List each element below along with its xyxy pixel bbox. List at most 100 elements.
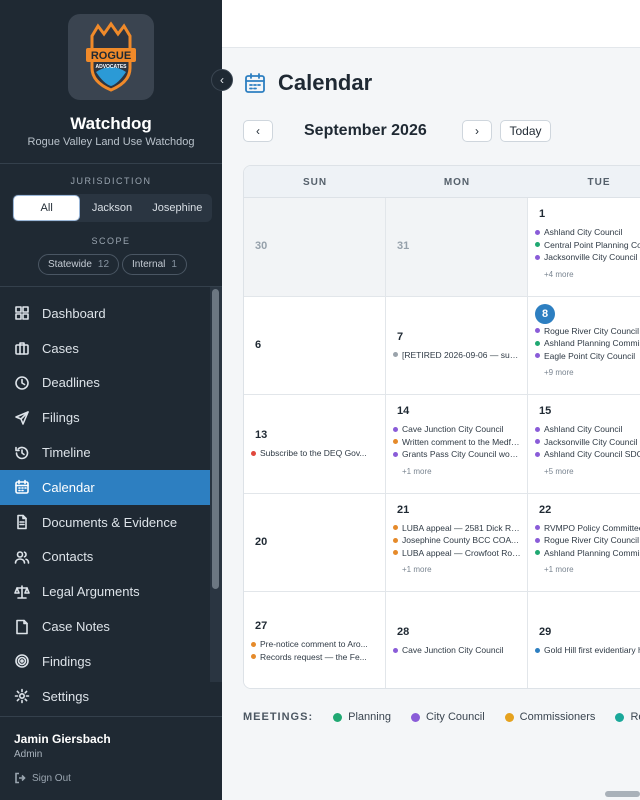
calendar-day-cell[interactable]: 13 Subscribe to the DEQ Gov... — [244, 395, 386, 494]
calendar-event[interactable]: Central Point Planning Commission — [535, 239, 640, 251]
more-events-link[interactable]: +1 more — [402, 467, 432, 476]
sidebar-scrollbar[interactable] — [210, 287, 222, 682]
sidebar-item-label: Documents & Evidence — [42, 514, 178, 530]
sidebar-item-contacts[interactable]: Contacts — [0, 540, 210, 575]
sidebar-scroll-thumb[interactable] — [212, 289, 219, 589]
calendar-event[interactable]: Jacksonville City Council — [535, 436, 640, 448]
scope-statewide[interactable]: Statewide 12 — [38, 254, 120, 275]
calendar-event[interactable]: LUBA appeal — 2581 Dick Road — [393, 522, 521, 534]
calendar-event[interactable]: LUBA appeal — Crowfoot Road — [393, 547, 521, 559]
day-number: 28 — [397, 626, 410, 639]
calendar-event[interactable]: Subscribe to the DEQ Gov... — [251, 447, 379, 459]
sidebar-item-case-notes[interactable]: Case Notes — [0, 609, 210, 644]
calendar-day-cell[interactable]: 29 Gold Hill first evidentiary hearing — [528, 592, 640, 688]
calendar-day-cell[interactable]: 27 Pre-notice comment to Aro... Records re… — [244, 592, 386, 688]
calendar-day-cell[interactable]: 8 Rogue River City Council Ashland Plannin… — [528, 296, 640, 396]
calendar-event[interactable]: Pre-notice comment to Aro... — [251, 638, 379, 650]
legend-label: Commissioners — [519, 711, 596, 723]
calendar-event[interactable]: Cave Junction City Council — [393, 423, 521, 435]
calendar-day-cell[interactable]: 30 — [244, 198, 386, 297]
user-name: Jamin Giersbach — [14, 732, 111, 746]
event-title: Cave Junction City Council — [402, 424, 504, 435]
calendar-event[interactable]: Jacksonville City Council — [535, 251, 640, 263]
gear-icon — [14, 688, 30, 704]
svg-text:ROGUE: ROGUE — [91, 50, 131, 62]
calendar-event[interactable]: Ashland Planning Commission — [535, 547, 640, 559]
event-title: Cave Junction City Council — [402, 645, 504, 656]
sidebar-item-dashboard[interactable]: Dashboard — [0, 296, 210, 331]
next-month-button[interactable]: › — [462, 120, 492, 142]
event-dot — [535, 525, 540, 531]
sidebar-item-label: Case Notes — [42, 619, 110, 635]
legend-item-commissioners: Commissioners — [504, 711, 596, 723]
event-title: Pre-notice comment to Aro... — [260, 639, 368, 650]
sign-out-button[interactable]: Sign Out — [14, 772, 71, 784]
calendar-event[interactable]: Ashland City Council — [535, 226, 640, 238]
calendar-day-cell[interactable]: 21 LUBA appeal — 2581 Dick Road Josephine … — [386, 493, 528, 593]
more-events-link[interactable]: +1 more — [402, 565, 432, 574]
calendar-event[interactable]: Records request — the Fe... — [251, 651, 379, 663]
calendar-icon — [14, 479, 30, 495]
sidebar-item-deadlines[interactable]: Deadlines — [0, 366, 210, 401]
calendar-day-cell[interactable]: 14 Cave Junction City Council Written comm… — [386, 395, 528, 494]
calendar-event[interactable]: RVMPO Policy Committee — [535, 522, 640, 534]
sidebar-item-legal-arguments[interactable]: Legal Arguments — [0, 574, 210, 609]
sidebar-item-filings[interactable]: Filings — [0, 400, 210, 435]
calendar-event[interactable]: Josephine County BCC COA hearing — [393, 534, 521, 546]
event-title: Ashland City Council — [544, 424, 623, 435]
sidebar-item-findings[interactable]: Findings — [0, 644, 210, 679]
scope-internal[interactable]: Internal 1 — [122, 254, 187, 275]
calendar-event[interactable]: Rogue River City Council — [535, 325, 640, 337]
sidebar-item-timeline[interactable]: Timeline — [0, 435, 210, 470]
collapse-sidebar-button[interactable]: ‹ — [211, 69, 233, 91]
legend-label: City Council — [425, 711, 485, 723]
weekday-sun: SUN — [302, 176, 328, 188]
sidebar-item-cases[interactable]: Cases — [0, 331, 210, 366]
calendar-event[interactable]: Rogue River City Council — [535, 534, 640, 546]
event-dot — [535, 254, 540, 260]
jurisdiction-all[interactable]: All — [14, 196, 80, 220]
event-dot — [535, 550, 540, 556]
calendar-event[interactable]: Cave Junction City Council — [393, 644, 521, 656]
calendar-day-cell[interactable]: 15 Ashland City Council Jacksonville City … — [528, 395, 640, 494]
more-events-link[interactable]: +9 more — [544, 368, 574, 377]
calendar-event[interactable]: Ashland City Council SDC — [535, 448, 640, 460]
event-title: [RETIRED 2026-09-06 — superseded] — [402, 349, 521, 360]
calendar-event[interactable]: [RETIRED 2026-09-06 — superseded] — [393, 349, 521, 361]
horizontal-scrollbar[interactable] — [605, 791, 640, 797]
calendar-grid: SUN MON TUE 30 31 1 Ashland City Council Cen… — [243, 165, 640, 689]
sidebar-item-settings[interactable]: Settings — [0, 679, 210, 714]
sidebar-item-calendar[interactable]: Calendar — [0, 469, 210, 505]
jurisdiction-josephine[interactable]: Josephine — [145, 196, 210, 220]
prev-month-button[interactable]: ‹ — [243, 120, 273, 142]
calendar-day-cell[interactable]: 31 — [386, 198, 528, 297]
event-title: LUBA appeal — 2581 Dick Road — [402, 522, 521, 533]
more-events-link[interactable]: +5 more — [544, 467, 574, 476]
calendar-day-cell[interactable]: 22 RVMPO Policy Committee Rogue River City… — [528, 493, 640, 593]
sidebar-item-label: Contacts — [42, 549, 94, 565]
day-number: 1 — [539, 208, 546, 220]
event-title: RVMPO Policy Committee — [544, 522, 640, 533]
calendar-day-cell[interactable]: 1 Ashland City Council Central Point Plann… — [528, 198, 640, 297]
sidebar-item-label: Legal Arguments — [42, 584, 140, 600]
calendar-event[interactable]: Ashland Planning Commission — [535, 337, 640, 349]
calendar-event[interactable]: Written comment to the Medford Planning — [393, 436, 521, 448]
today-button[interactable]: Today — [500, 120, 551, 142]
calendar-event[interactable]: Eagle Point City Council — [535, 350, 640, 362]
calendar-day-cell[interactable]: 6 — [244, 296, 386, 396]
more-events-link[interactable]: +1 more — [544, 565, 574, 574]
event-dot — [393, 451, 398, 457]
jurisdiction-jackson[interactable]: Jackson — [79, 196, 144, 220]
calendar-event[interactable]: Grants Pass City Council work session — [393, 448, 521, 460]
event-dot — [393, 352, 398, 358]
calendar-day-cell[interactable]: 28 Cave Junction City Council — [386, 592, 528, 688]
weekday-tue: TUE — [587, 176, 611, 188]
sidebar-item-documents[interactable]: Documents & Evidence — [0, 505, 210, 540]
calendar-event[interactable]: Ashland City Council — [535, 423, 640, 435]
calendar-day-cell[interactable]: 7 [RETIRED 2026-09-06 — superseded] — [386, 296, 528, 396]
calendar-day-cell[interactable]: 20 — [244, 493, 386, 593]
calendar-event[interactable]: Gold Hill first evidentiary hearing — [535, 644, 640, 656]
chevron-left-icon: ‹ — [220, 73, 224, 87]
event-title: Grants Pass City Council work session — [402, 449, 521, 460]
more-events-link[interactable]: +4 more — [544, 270, 574, 279]
